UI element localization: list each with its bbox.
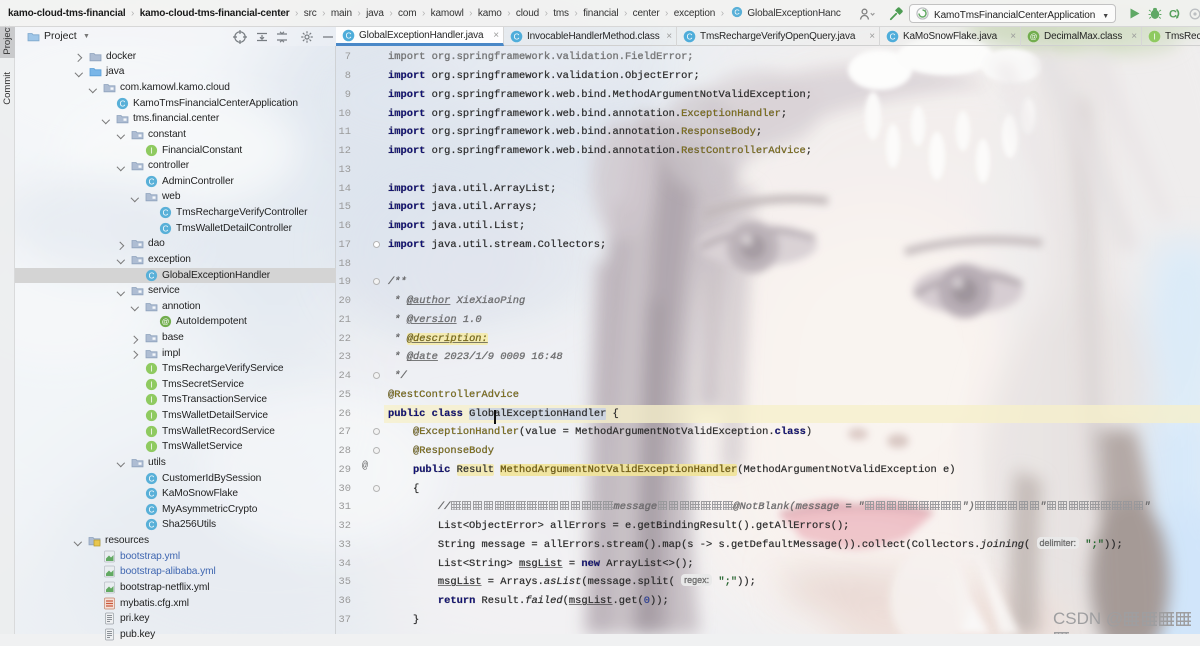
svg-text:I: I xyxy=(150,146,152,155)
svg-text:C: C xyxy=(514,32,520,41)
svg-text:I: I xyxy=(1153,32,1155,41)
svg-text:C: C xyxy=(163,224,169,233)
svg-text:C: C xyxy=(735,8,741,17)
svg-text:C: C xyxy=(346,31,352,40)
svg-text:C: C xyxy=(149,489,155,498)
svg-text:C: C xyxy=(163,208,169,217)
svg-text:C: C xyxy=(149,521,155,530)
svg-text:I: I xyxy=(150,364,152,373)
svg-text:C: C xyxy=(149,474,155,483)
svg-text:C: C xyxy=(1169,9,1177,21)
svg-text:C: C xyxy=(149,271,155,280)
svg-text:I: I xyxy=(150,443,152,452)
svg-text:@: @ xyxy=(162,317,170,326)
svg-text:C: C xyxy=(687,32,693,41)
svg-text:C: C xyxy=(149,177,155,186)
svg-text:I: I xyxy=(150,411,152,420)
svg-text:I: I xyxy=(150,380,152,389)
svg-text:C: C xyxy=(890,32,896,41)
svg-text:I: I xyxy=(150,427,152,436)
svg-text:I: I xyxy=(150,396,152,405)
svg-text:@: @ xyxy=(1030,32,1037,41)
svg-text:C: C xyxy=(149,505,155,514)
svg-text:C: C xyxy=(120,99,126,108)
